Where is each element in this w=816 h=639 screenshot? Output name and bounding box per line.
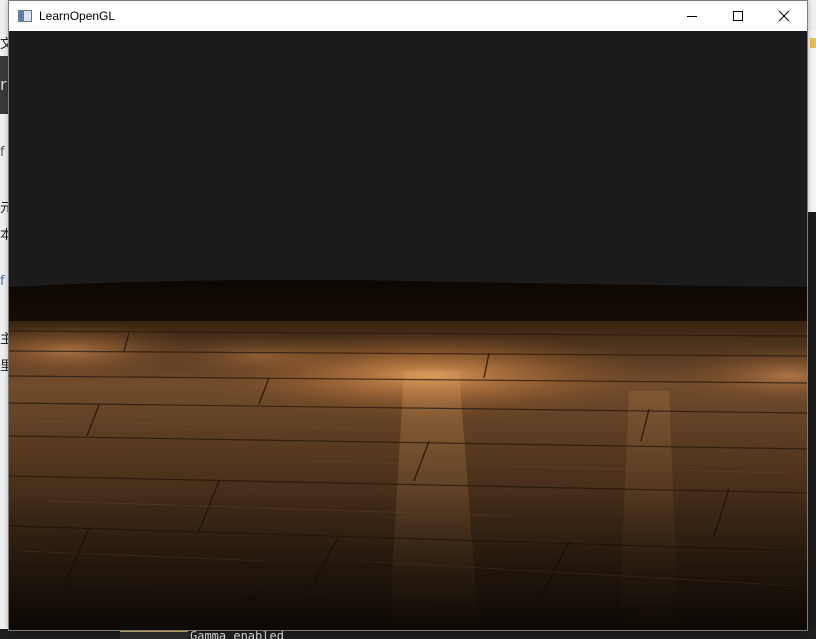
minimize-button[interactable] <box>669 1 715 31</box>
app-icon[interactable] <box>18 10 32 22</box>
desktop: 文 r f 元 本 f 主 里 Gamma enabled LearnOpenG… <box>0 0 816 639</box>
opengl-window: LearnOpenGL <box>8 0 808 631</box>
background-glyph: f <box>0 274 5 289</box>
background-app-panel <box>808 30 816 212</box>
window-controls <box>669 1 807 31</box>
background-console <box>808 212 816 639</box>
render-viewport[interactable] <box>9 31 807 630</box>
wood-floor-scene <box>9 31 807 630</box>
console-thumbnail <box>120 630 188 639</box>
maximize-icon <box>733 11 743 21</box>
close-button[interactable] <box>761 1 807 31</box>
close-icon <box>778 10 790 22</box>
background-glyph: f <box>0 145 5 160</box>
background-glyph: r <box>0 75 7 94</box>
maximize-button[interactable] <box>715 1 761 31</box>
background-app-tab <box>810 38 816 48</box>
minimize-icon <box>687 16 697 17</box>
window-title: LearnOpenGL <box>39 9 116 23</box>
title-bar[interactable]: LearnOpenGL <box>9 1 807 31</box>
